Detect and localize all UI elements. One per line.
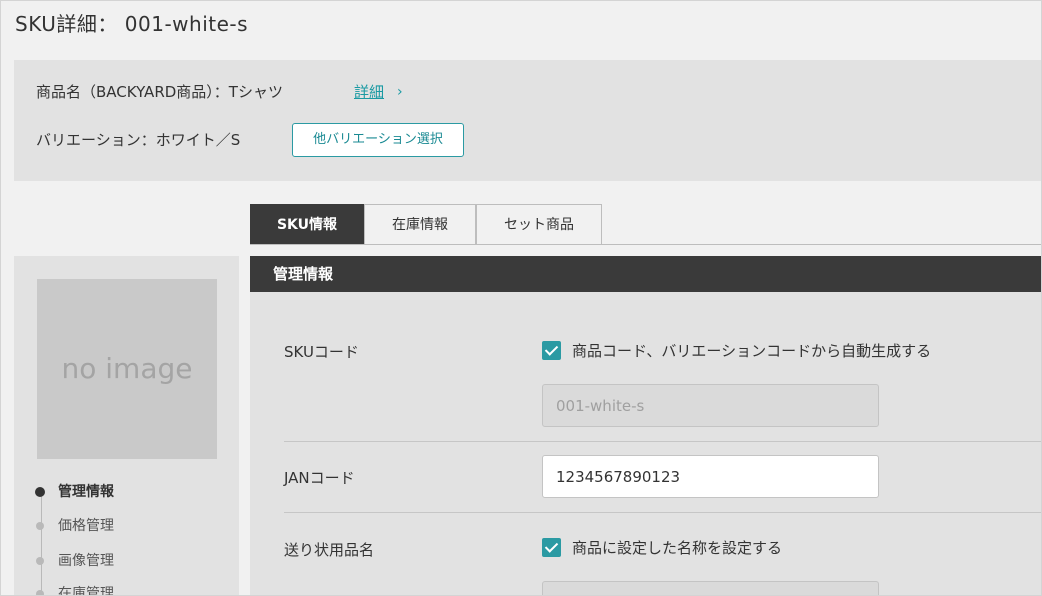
side-nav-label: 管理情報 <box>58 484 114 500</box>
side-nav-label: 在庫管理 <box>58 586 114 596</box>
sku-auto-generate-checkbox[interactable] <box>542 341 561 360</box>
dot-icon <box>35 487 45 497</box>
dot-icon <box>36 590 44 595</box>
left-sidebar: no image 管理情報 価格管理 画像管理 在庫管理 <box>14 256 239 596</box>
product-info-panel: 商品名（BACKYARD商品）：Tシャツ 詳細 › バリエーション：ホワイト／S… <box>14 60 1041 181</box>
sku-code-label: SKUコード <box>284 343 359 361</box>
variation-label: バリエーション：ホワイト／S <box>36 131 241 149</box>
page-title: SKU詳細： 001-white-s <box>15 12 249 36</box>
shipping-name-checkbox-label[interactable]: 商品に設定した名称を設定する <box>572 538 782 558</box>
product-name: 商品名（BACKYARD商品）：Tシャツ <box>36 83 283 101</box>
no-image-placeholder: no image <box>37 279 217 459</box>
side-nav-label: 価格管理 <box>58 518 114 534</box>
tab-stock-info[interactable]: 在庫情報 <box>364 204 476 245</box>
row-divider <box>284 512 1041 513</box>
tab-underline <box>250 244 1041 245</box>
side-nav-line <box>41 495 42 595</box>
sku-code-input <box>542 384 879 427</box>
dot-icon <box>36 557 44 565</box>
form-area: SKUコード 商品コード、バリエーションコードから自動生成する JANコード 送… <box>250 292 1041 595</box>
jan-code-label: JANコード <box>284 469 355 487</box>
other-variation-button[interactable]: 他バリエーション選択 <box>292 123 464 157</box>
sku-detail-page: SKU詳細： 001-white-s 商品名（BACKYARD商品）：Tシャツ … <box>0 0 1042 596</box>
shipping-name-label: 送り状用品名 <box>284 541 375 559</box>
tab-set-product[interactable]: セット商品 <box>476 204 602 245</box>
dot-icon <box>36 522 44 530</box>
tab-bar: SKU情報 在庫情報 セット商品 <box>250 204 1041 245</box>
side-nav-label: 画像管理 <box>58 553 114 569</box>
jan-code-input[interactable] <box>542 455 879 498</box>
product-detail-link[interactable]: 詳細 <box>354 82 384 102</box>
shipping-name-input <box>542 581 879 595</box>
chevron-right-icon[interactable]: › <box>397 82 403 102</box>
section-header: 管理情報 <box>250 256 1041 292</box>
row-divider <box>284 441 1041 442</box>
sku-auto-generate-label[interactable]: 商品コード、バリエーションコードから自動生成する <box>572 341 931 361</box>
shipping-name-checkbox[interactable] <box>542 538 561 557</box>
tab-sku-info[interactable]: SKU情報 <box>250 204 364 245</box>
